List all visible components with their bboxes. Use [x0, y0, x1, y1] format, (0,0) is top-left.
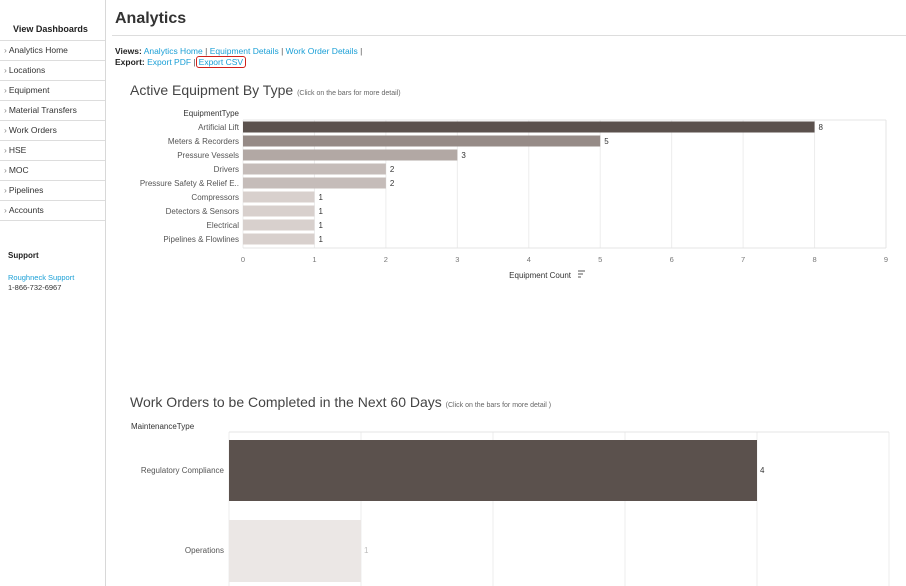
chart2-value-label: 4	[760, 466, 765, 475]
chart2-value-label: 1	[364, 546, 369, 555]
chart2-bar[interactable]	[229, 440, 757, 501]
chart2-category-label: Regulatory Compliance	[141, 466, 225, 475]
work-orders-chart: MaintenanceType Regulatory Compliance 4 Ope…	[131, 422, 890, 586]
chart2-bar[interactable]	[229, 520, 361, 582]
chart2-column-header: MaintenanceType	[131, 422, 195, 431]
chart2-category-label: Operations	[185, 546, 224, 555]
